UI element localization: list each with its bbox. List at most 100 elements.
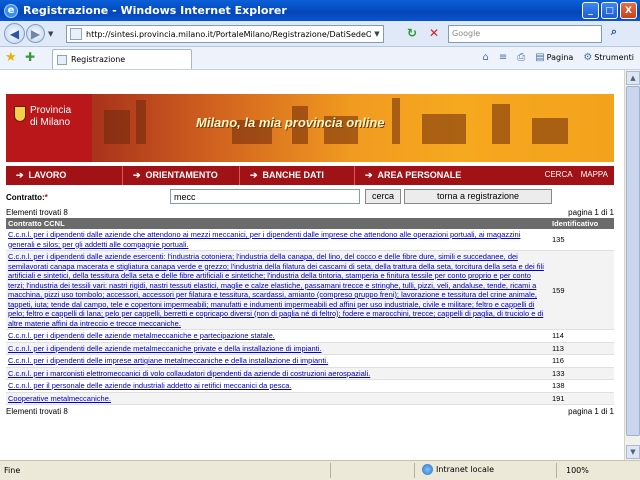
table-row[interactable]: C.c.n.l. per i dipendenti delle aziende … xyxy=(6,342,614,355)
site-banner: Provincia di Milano Milano, la mia provi… xyxy=(6,94,614,166)
refresh-icon[interactable]: ↻ xyxy=(404,26,420,42)
contract-link[interactable]: C.c.n.l. per i dipendenti dalle aziende … xyxy=(8,230,520,249)
add-favorite-icon[interactable]: ✚ xyxy=(25,50,35,64)
favorites-star-icon[interactable]: ★ xyxy=(5,50,17,65)
pagination-info: pagina 1 di 1 xyxy=(568,407,614,416)
page-menu-label: Pagina xyxy=(546,53,574,62)
maximize-button[interactable]: □ xyxy=(601,2,618,19)
contratto-label: Contratto:* xyxy=(6,193,48,202)
contract-link[interactable]: C.c.n.l. per i dipendenti delle aziende … xyxy=(8,331,275,340)
contract-link[interactable]: C.c.n.l. per i marconisti elettromeccani… xyxy=(8,369,370,378)
table-row[interactable]: Cooperative metalmeccaniche. 191 xyxy=(6,392,614,405)
window-title: Registrazione - Windows Internet Explore… xyxy=(23,4,287,17)
address-url[interactable]: http://sintesi.provincia.milano.it/Porta… xyxy=(86,30,371,39)
contract-cell: Cooperative metalmeccaniche. xyxy=(6,392,550,405)
province-name-line1: Provincia xyxy=(30,105,72,116)
home-icon: ⌂ xyxy=(482,52,489,63)
history-dropdown-icon[interactable]: ▼ xyxy=(48,30,53,38)
table-row[interactable]: C.c.n.l. per il personale delle aziende … xyxy=(6,379,614,393)
building-silhouette xyxy=(492,104,510,144)
results-count-bottom: Elementi trovati 8 pagina 1 di 1 xyxy=(6,407,614,417)
contract-cell: C.c.n.l. per i dipendenti dalle aziende … xyxy=(6,250,550,330)
contract-link[interactable]: C.c.n.l. per i dipendenti delle imprese … xyxy=(8,356,328,365)
contratto-input[interactable] xyxy=(170,189,360,204)
tools-menu-button[interactable]: ⚙ Strumenti xyxy=(583,52,634,63)
found-count: Elementi trovati 8 xyxy=(6,407,68,416)
table-row[interactable]: C.c.n.l. per i marconisti elettromeccani… xyxy=(6,367,614,380)
table-header-row: Contratto CCNL Identificativo xyxy=(6,218,614,229)
table-row[interactable]: C.c.n.l. per i dipendenti dalle aziende … xyxy=(6,250,614,330)
arrow-right-icon: ➔ xyxy=(133,170,141,180)
status-bar: Fine Intranet locale 100% xyxy=(0,460,640,480)
found-count: Elementi trovati 8 xyxy=(6,208,68,217)
back-forward-group: ◀ ▶ ▼ xyxy=(4,23,53,44)
scroll-down-icon[interactable]: ▼ xyxy=(626,445,640,459)
id-cell: 138 xyxy=(550,379,614,393)
scroll-up-icon[interactable]: ▲ xyxy=(626,71,640,85)
forward-button[interactable]: ▶ xyxy=(26,24,45,43)
menu-item-orientamento[interactable]: ➔ ORIENTAMENTO xyxy=(123,170,239,181)
results-table: Contratto CCNL Identificativo C.c.n.l. p… xyxy=(6,218,614,405)
pagination-info: pagina 1 di 1 xyxy=(568,208,614,217)
table-row[interactable]: C.c.n.l. per i dipendenti delle aziende … xyxy=(6,329,614,343)
status-divider xyxy=(556,463,557,478)
home-button[interactable]: ⌂ xyxy=(482,52,488,63)
id-cell: 159 xyxy=(550,250,614,330)
contratto-label-text: Contratto: xyxy=(6,193,45,202)
torna-registrazione-button[interactable]: torna a registrazione xyxy=(404,189,552,204)
table-row[interactable]: C.c.n.l. per i dipendenti dalle aziende … xyxy=(6,229,614,251)
arrow-right-icon: ➔ xyxy=(365,170,373,180)
cerca-button[interactable]: cerca xyxy=(365,189,401,204)
vertical-scrollbar[interactable]: ▲ ▼ xyxy=(624,70,640,460)
stop-icon[interactable]: ✕ xyxy=(426,26,442,42)
scroll-thumb[interactable] xyxy=(626,86,640,436)
building-silhouette xyxy=(104,110,130,144)
results-count-top: Elementi trovati 8 pagina 1 di 1 xyxy=(6,208,614,218)
security-zone[interactable]: Intranet locale xyxy=(422,464,494,475)
contract-link[interactable]: C.c.n.l. per i dipendenti delle aziende … xyxy=(8,344,322,353)
minimize-button[interactable]: _ xyxy=(582,2,599,19)
menu-item-area-personale[interactable]: ➔ AREA PERSONALE xyxy=(355,170,505,181)
address-bar[interactable]: http://sintesi.provincia.milano.it/Porta… xyxy=(66,25,384,43)
cerca-link[interactable]: CERCA xyxy=(545,170,573,179)
contract-cell: C.c.n.l. per i dipendenti delle aziende … xyxy=(6,342,550,355)
zone-label: Intranet locale xyxy=(436,465,494,474)
window-titlebar: e Registrazione - Windows Internet Explo… xyxy=(0,0,640,21)
menu-item-banche-dati[interactable]: ➔ BANCHE DATI xyxy=(240,170,354,181)
banner-tagline: Milano, la mia provincia online xyxy=(196,115,385,130)
column-header-contratto: Contratto CCNL xyxy=(6,218,550,229)
status-divider xyxy=(330,463,331,478)
ie-logo-icon: e xyxy=(4,3,18,18)
close-button[interactable]: X xyxy=(620,2,637,19)
tab-label: Registrazione xyxy=(71,55,126,64)
page-menu-button[interactable]: ▤ Pagina xyxy=(535,52,573,63)
id-cell: 191 xyxy=(550,392,614,405)
search-icon[interactable]: ⌕ xyxy=(606,25,622,43)
table-row[interactable]: C.c.n.l. per i dipendenti delle imprese … xyxy=(6,354,614,368)
contract-link[interactable]: Cooperative metalmeccaniche. xyxy=(8,394,111,403)
feeds-icon: ≡ xyxy=(498,52,508,63)
building-silhouette xyxy=(422,114,466,144)
print-icon: ⎙ xyxy=(517,52,526,63)
required-mark: * xyxy=(44,193,48,202)
province-logo[interactable]: Provincia di Milano xyxy=(6,94,92,166)
print-button[interactable]: ⎙ xyxy=(517,52,525,63)
intranet-globe-icon xyxy=(422,464,433,475)
tab-registrazione[interactable]: Registrazione xyxy=(52,49,192,69)
province-name: Provincia di Milano xyxy=(30,105,71,129)
mappa-link[interactable]: MAPPA xyxy=(581,170,608,179)
zoom-level[interactable]: 100% xyxy=(566,466,589,475)
search-form: Contratto:* cerca torna a registrazione xyxy=(6,189,614,206)
search-input[interactable]: Google xyxy=(448,25,602,43)
id-cell: 116 xyxy=(550,354,614,368)
address-dropdown-icon[interactable]: ▼ xyxy=(371,30,383,38)
menu-item-label: ORIENTAMENTO xyxy=(145,170,218,180)
main-menu: ➔ LAVORO ➔ ORIENTAMENTO ➔ BANCHE DATI ➔ AREA… xyxy=(6,166,614,185)
menu-item-lavoro[interactable]: ➔ LAVORO xyxy=(6,170,122,181)
building-silhouette xyxy=(392,98,400,144)
contract-link[interactable]: C.c.n.l. per il personale delle aziende … xyxy=(8,381,291,390)
feeds-button[interactable]: ≡ xyxy=(499,52,507,63)
contract-link[interactable]: C.c.n.l. per i dipendenti dalle aziende … xyxy=(8,252,544,328)
page-icon: ▤ xyxy=(535,52,545,63)
back-button[interactable]: ◀ xyxy=(4,23,25,44)
